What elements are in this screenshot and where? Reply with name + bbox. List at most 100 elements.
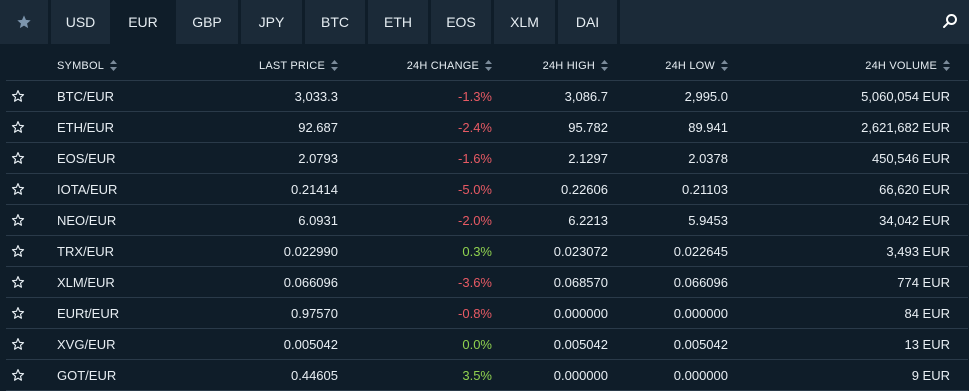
high-cell: 95.782 xyxy=(568,119,608,135)
favorite-star-icon[interactable] xyxy=(6,267,30,297)
sort-icon xyxy=(485,60,492,71)
search-button[interactable] xyxy=(941,12,961,32)
symbol-cell: GOT/EUR xyxy=(57,367,117,383)
tab-favorites[interactable] xyxy=(0,0,48,44)
favorite-star-icon[interactable] xyxy=(6,112,30,142)
tab-eos[interactable]: EOS xyxy=(431,0,491,44)
last-price-cell: 0.21414 xyxy=(291,181,338,197)
favorite-star-icon[interactable] xyxy=(6,205,30,235)
search-icon xyxy=(943,14,957,28)
favorite-star-icon[interactable] xyxy=(6,143,30,173)
symbol-header[interactable]: SYMBOL xyxy=(57,51,118,80)
tab-btc[interactable]: BTC xyxy=(305,0,365,44)
high-cell: 0.000000 xyxy=(553,367,608,383)
low-cell: 2,995.0 xyxy=(684,88,728,104)
tab-dai[interactable]: DAI xyxy=(558,0,617,44)
favorite-star-icon[interactable] xyxy=(6,174,30,204)
change-cell: -2.0% xyxy=(458,212,492,228)
favorite-star-icon[interactable] xyxy=(6,360,30,390)
low-cell: 2.0378 xyxy=(688,150,728,166)
volume-cell: 5,060,054 EUR xyxy=(861,88,950,104)
table-row[interactable]: BTC/EUR 3,033.3 -1.3% 3,086.7 2,995.0 5,060,0… xyxy=(6,81,968,112)
table-row[interactable]: EOS/EUR 2.0793 -1.6% 2.1297 2.0378 450,546 EU… xyxy=(6,143,968,174)
change-cell: -0.8% xyxy=(458,305,492,321)
last-price-cell: 92.687 xyxy=(298,119,338,135)
low-header-label: 24H LOW xyxy=(665,59,715,72)
favorite-star-icon[interactable] xyxy=(6,298,30,328)
currency-tab-bar: USD EUR GBP JPY BTC ETH EOS XLM DAI xyxy=(0,0,969,44)
table-row[interactable]: TRX/EUR 0.022990 0.3% 0.023072 0.022645 3,493… xyxy=(6,236,968,267)
volume-cell: 66,620 EUR xyxy=(879,181,950,197)
volume-cell: 34,042 EUR xyxy=(879,212,950,228)
volume-cell: 9 EUR xyxy=(911,367,950,383)
high-cell: 0.000000 xyxy=(553,305,608,321)
sort-icon xyxy=(721,60,728,71)
high-header[interactable]: 24H HIGH xyxy=(543,51,608,80)
change-cell: -2.4% xyxy=(458,119,492,135)
low-cell: 89.941 xyxy=(688,119,728,135)
volume-cell: 774 EUR xyxy=(897,274,950,290)
tab-xlm[interactable]: XLM xyxy=(494,0,555,44)
volume-header[interactable]: 24H VOLUME xyxy=(865,51,950,80)
sort-icon xyxy=(943,60,950,71)
favorite-star-icon[interactable] xyxy=(6,236,30,266)
table-row[interactable]: ETH/EUR 92.687 -2.4% 95.782 89.941 2,621,682 … xyxy=(6,112,968,143)
symbol-cell: XVG/EUR xyxy=(57,336,116,352)
search-area xyxy=(620,0,969,44)
volume-cell: 2,621,682 EUR xyxy=(861,119,950,135)
last-price-cell: 0.97570 xyxy=(291,305,338,321)
volume-cell: 3,493 EUR xyxy=(886,243,950,259)
change-cell: -5.0% xyxy=(458,181,492,197)
low-cell: 0.000000 xyxy=(673,367,728,383)
last-price-cell: 0.44605 xyxy=(291,367,338,383)
change-cell: -3.6% xyxy=(458,274,492,290)
table-row[interactable]: NEO/EUR 6.0931 -2.0% 6.2213 5.9453 34,042 EUR xyxy=(6,205,968,236)
low-cell: 5.9453 xyxy=(688,212,728,228)
table-row[interactable]: GOT/EUR 0.44605 3.5% 0.000000 0.000000 9 EUR xyxy=(6,360,968,391)
symbol-cell: EOS/EUR xyxy=(57,150,116,166)
sort-icon xyxy=(601,60,608,71)
last-price-cell: 3,033.3 xyxy=(294,88,338,104)
market-table: SYMBOL LAST PRICE 24H CHANGE 24H HIGH 24… xyxy=(6,51,968,391)
high-cell: 0.22606 xyxy=(561,181,608,197)
low-header[interactable]: 24H LOW xyxy=(665,51,728,80)
volume-header-label: 24H VOLUME xyxy=(865,59,937,72)
high-cell: 6.2213 xyxy=(568,212,608,228)
high-cell: 2.1297 xyxy=(568,150,608,166)
symbol-cell: XLM/EUR xyxy=(57,274,115,290)
last-price-header[interactable]: LAST PRICE xyxy=(259,51,338,80)
change-cell: 3.5% xyxy=(462,367,492,383)
tab-eth[interactable]: ETH xyxy=(368,0,428,44)
change-cell: -1.6% xyxy=(458,150,492,166)
last-price-header-label: LAST PRICE xyxy=(259,59,325,72)
star-icon xyxy=(17,15,31,29)
table-row[interactable]: XLM/EUR 0.066096 -3.6% 0.068570 0.066096 774 … xyxy=(6,267,968,298)
low-cell: 0.000000 xyxy=(673,305,728,321)
high-cell: 0.023072 xyxy=(553,243,608,259)
tab-jpy[interactable]: JPY xyxy=(241,0,302,44)
tab-usd[interactable]: USD xyxy=(51,0,110,44)
symbol-cell: IOTA/EUR xyxy=(57,181,118,197)
change-header[interactable]: 24H CHANGE xyxy=(407,51,492,80)
last-price-cell: 0.022990 xyxy=(283,243,338,259)
symbol-cell: BTC/EUR xyxy=(57,88,115,104)
table-header: SYMBOL LAST PRICE 24H CHANGE 24H HIGH 24… xyxy=(6,51,968,81)
favorite-star-icon[interactable] xyxy=(6,81,30,111)
high-cell: 0.005042 xyxy=(553,336,608,352)
tab-eur[interactable]: EUR xyxy=(113,0,173,44)
tab-gbp[interactable]: GBP xyxy=(176,0,238,44)
favorite-star-icon[interactable] xyxy=(6,329,30,359)
table-body: BTC/EUR 3,033.3 -1.3% 3,086.7 2,995.0 5,060,0… xyxy=(6,81,968,391)
table-row[interactable]: EURt/EUR 0.97570 -0.8% 0.000000 0.000000 84 E… xyxy=(6,298,968,329)
sort-icon xyxy=(110,60,118,71)
symbol-header-label: SYMBOL xyxy=(57,59,105,72)
table-row[interactable]: IOTA/EUR 0.21414 -5.0% 0.22606 0.21103 66,620… xyxy=(6,174,968,205)
table-row[interactable]: XVG/EUR 0.005042 0.0% 0.005042 0.005042 13 EU… xyxy=(6,329,968,360)
symbol-cell: TRX/EUR xyxy=(57,243,115,259)
volume-cell: 450,546 EUR xyxy=(871,150,950,166)
symbol-cell: NEO/EUR xyxy=(57,212,117,228)
change-cell: 0.3% xyxy=(462,243,492,259)
symbol-cell: EURt/EUR xyxy=(57,305,120,321)
change-cell: 0.0% xyxy=(462,336,492,352)
high-cell: 0.068570 xyxy=(553,274,608,290)
